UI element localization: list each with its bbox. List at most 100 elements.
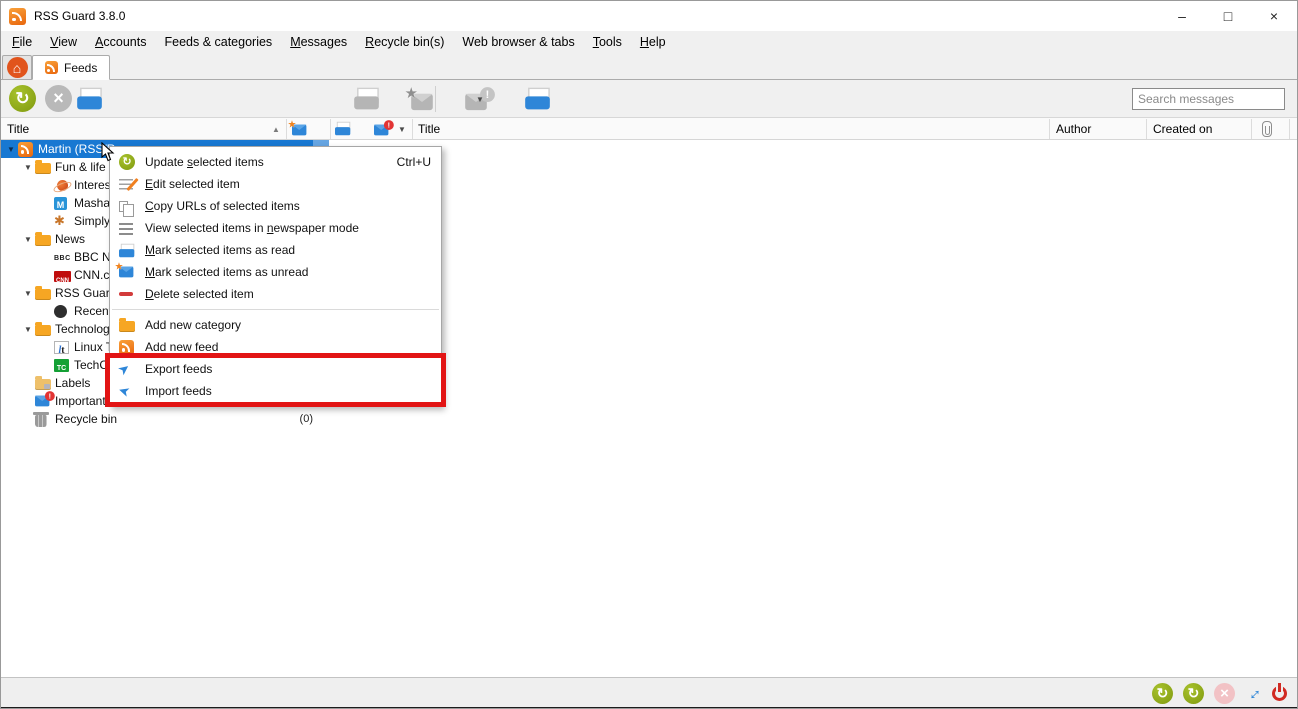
tree-item-label: Recycle bin	[55, 412, 117, 426]
context-menu: Update selected items Ctrl+U Edit select…	[109, 146, 442, 407]
menu-item-add-new-category[interactable]: Add new category	[110, 314, 441, 336]
tab-home[interactable]	[2, 55, 32, 79]
update-all-button[interactable]	[9, 85, 36, 112]
refresh-icon	[119, 154, 135, 170]
menu-item-import-feeds[interactable]: Import feeds	[110, 380, 441, 402]
github-icon	[54, 305, 67, 318]
mark-read-dropdown-icon[interactable]	[525, 88, 550, 110]
export-icon	[119, 362, 129, 376]
read-column-icon[interactable]	[335, 122, 350, 136]
stop-update-button[interactable]	[45, 85, 72, 112]
expander-icon[interactable]	[4, 145, 18, 154]
tab-feeds-label: Feeds	[64, 61, 97, 75]
menu-item-mark-selected-items-as-unread[interactable]: Mark selected items as unread	[110, 261, 441, 283]
menubar-help[interactable]: Help	[631, 31, 675, 54]
context-menu-item-label: Export feeds	[145, 362, 431, 376]
search-input[interactable]	[1132, 88, 1285, 110]
menu-item-add-new-feed[interactable]: Add new feed	[110, 336, 441, 358]
menubar-recycle-bin-s[interactable]: Recycle bin(s)	[356, 31, 453, 54]
rss-icon	[119, 340, 134, 355]
message-title-header[interactable]: Title	[418, 118, 440, 140]
update-selected-icon[interactable]	[1183, 683, 1204, 704]
chevron-down-icon[interactable]	[476, 95, 484, 104]
stop-disabled-icon[interactable]	[1214, 683, 1235, 704]
folder-icon	[35, 325, 51, 336]
context-menu-item-label: View selected items in newspaper mode	[145, 221, 431, 235]
bbc-icon	[54, 249, 71, 266]
attachment-paperclip-icon[interactable]	[1262, 121, 1272, 137]
expander-icon[interactable]	[21, 235, 35, 244]
menu-item-update-selected-items[interactable]: Update selected items Ctrl+U	[110, 151, 441, 173]
techcrunch-icon	[54, 359, 69, 372]
mark-all-read-icon[interactable]	[77, 88, 102, 110]
menubar-tools[interactable]: Tools	[584, 31, 631, 54]
statusbar-icons	[1152, 682, 1287, 704]
simplyrec-icon	[54, 214, 65, 228]
expander-icon[interactable]	[21, 325, 35, 334]
home-icon	[7, 57, 28, 78]
menubar-feeds-categories[interactable]: Feeds & categories	[155, 31, 281, 54]
cnn-icon	[54, 271, 71, 282]
main-toolbar	[1, 80, 1297, 118]
column-headers: Title Title Author Created on	[1, 118, 1297, 140]
folder-icon	[35, 289, 51, 300]
update-all-icon[interactable]	[1152, 683, 1173, 704]
mouse-cursor	[101, 142, 115, 162]
menubar-web-browser-tabs[interactable]: Web browser & tabs	[453, 31, 583, 54]
menubar-messages[interactable]: Messages	[281, 31, 356, 54]
tree-item-label: RSS Guard	[55, 286, 116, 300]
created-on-header[interactable]: Created on	[1153, 118, 1212, 140]
window-controls: – □ ×	[1159, 1, 1297, 31]
expander-icon[interactable]	[21, 289, 35, 298]
rss-icon	[45, 61, 58, 74]
tab-bar: Feeds	[1, 54, 1297, 80]
context-menu-item-label: Edit selected item	[145, 177, 431, 191]
menu-item-delete-selected-item[interactable]: Delete selected item	[110, 283, 441, 305]
folder-icon	[35, 235, 51, 246]
minimize-button[interactable]: –	[1159, 1, 1205, 31]
menu-item-export-feeds[interactable]: Export feeds	[110, 358, 441, 380]
fullscreen-icon[interactable]	[1240, 680, 1266, 706]
window-title: RSS Guard 3.8.0	[34, 9, 125, 23]
title-bar: RSS Guard 3.8.0 – □ ×	[1, 1, 1297, 31]
maximize-button[interactable]: □	[1205, 1, 1251, 31]
tree-row-recycle-bin[interactable]: Recycle bin (0)	[1, 410, 331, 428]
important-icon	[35, 396, 49, 407]
context-menu-item-label: Update selected items	[145, 155, 379, 169]
expander-icon[interactable]	[21, 163, 35, 172]
important-column-icon[interactable]	[292, 125, 306, 136]
unread-column-icon[interactable]	[374, 125, 388, 136]
menubar-file[interactable]: File	[3, 31, 41, 54]
rss-icon	[18, 142, 33, 157]
feed-title-header[interactable]: Title	[7, 118, 29, 140]
menubar-accounts[interactable]: Accounts	[86, 31, 155, 54]
menu-item-edit-selected-item[interactable]: Edit selected item	[110, 173, 441, 195]
folder-icon	[119, 321, 135, 332]
highlight-rectangle: Export feeds Import feeds	[110, 358, 441, 402]
rss-guard-window: RSS Guard 3.8.0 – □ × FileViewAccountsFe…	[0, 0, 1298, 709]
recyclebin-icon	[35, 415, 47, 427]
planet-icon	[57, 180, 68, 191]
quit-power-icon[interactable]	[1272, 686, 1287, 701]
close-button[interactable]: ×	[1251, 1, 1297, 31]
shortcut-label: Ctrl+U	[397, 155, 431, 169]
toolbar-separator	[435, 86, 436, 112]
menu-item-mark-selected-items-as-read[interactable]: Mark selected items as read	[110, 239, 441, 261]
context-menu-item-label: Mark selected items as unread	[145, 265, 431, 279]
mark-important-disabled-icon[interactable]	[411, 94, 433, 110]
import-icon	[119, 384, 129, 398]
author-header[interactable]: Author	[1056, 118, 1091, 140]
mark-read-disabled-icon[interactable]	[355, 88, 380, 110]
header-dropdown-icon[interactable]	[398, 125, 406, 134]
menu-item-view-selected-items-in-newspaper-mode[interactable]: View selected items in newspaper mode	[110, 217, 441, 239]
linuxtoday-icon	[54, 341, 69, 354]
app-rss-icon	[9, 8, 26, 25]
tree-item-label: Labels	[55, 376, 90, 390]
folder-icon	[35, 163, 51, 174]
tab-feeds[interactable]: Feeds	[32, 55, 110, 80]
context-menu-item-label: Mark selected items as read	[145, 243, 431, 257]
context-menu-item-label: Delete selected item	[145, 287, 431, 301]
menu-item-copy-urls-of-selected-items[interactable]: Copy URLs of selected items	[110, 195, 441, 217]
menubar-view[interactable]: View	[41, 31, 86, 54]
tree-item-label: Technology	[55, 322, 116, 336]
